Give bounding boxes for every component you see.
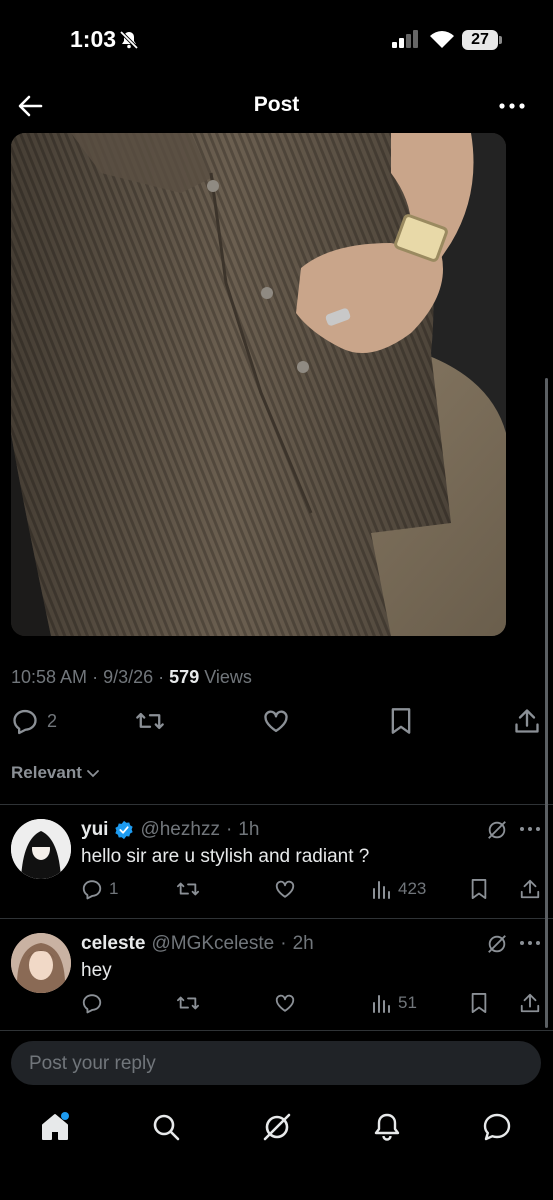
reply-author-handle[interactable]: @hezhzz xyxy=(140,819,220,841)
notifications-icon xyxy=(374,1113,400,1141)
repost-button[interactable] xyxy=(135,707,165,735)
grok-button[interactable] xyxy=(486,933,508,955)
reply-like-button[interactable] xyxy=(274,878,296,900)
post-date: 9/3/26 xyxy=(103,667,154,687)
reply-text: hey xyxy=(81,960,112,981)
views-icon xyxy=(373,881,390,899)
views-icon xyxy=(373,995,390,1013)
reply-item[interactable]: celeste @MGKceleste · 2h hey 51 xyxy=(0,919,553,1029)
reply-more-button[interactable] xyxy=(518,819,542,839)
reply-share-button[interactable] xyxy=(519,878,541,900)
reply-time: 1h xyxy=(238,819,260,840)
reply-button[interactable]: 2 xyxy=(11,707,57,735)
grok-icon xyxy=(263,1113,291,1141)
verified-badge-icon xyxy=(115,820,134,840)
more-dots-icon xyxy=(520,827,540,831)
meta-separator: · xyxy=(225,819,233,840)
post-photo[interactable] xyxy=(11,133,506,636)
reply-reply-button[interactable]: 1 xyxy=(81,878,118,900)
chevron-down-icon xyxy=(86,770,99,778)
reply-input[interactable] xyxy=(27,1041,511,1087)
reply-repost-button[interactable] xyxy=(176,878,200,900)
messages-icon xyxy=(483,1113,511,1141)
share-icon xyxy=(515,709,539,733)
reply-icon xyxy=(13,709,37,735)
meta-separator: · xyxy=(158,667,165,687)
reply-views[interactable]: 51 xyxy=(372,992,417,1014)
status-time: 1:03 xyxy=(70,26,117,52)
retweet-icon xyxy=(136,712,164,730)
more-options-button[interactable] xyxy=(496,94,528,118)
reply-bookmark-button[interactable] xyxy=(469,878,489,900)
reply-time: 2h xyxy=(292,933,314,954)
grok-button[interactable] xyxy=(486,819,508,841)
grok-icon xyxy=(488,935,506,953)
reply-composer[interactable] xyxy=(11,1041,541,1087)
silent-mode-icon xyxy=(119,30,139,50)
reply-count: 2 xyxy=(47,710,58,731)
reply-views[interactable]: 423 xyxy=(372,878,426,900)
page-title: Post xyxy=(253,93,300,116)
retweet-icon xyxy=(177,996,199,1010)
reply-item[interactable]: yui @hezhzz · 1h hello sir are u stylish… xyxy=(0,805,553,917)
cellular-signal-icon xyxy=(392,30,420,48)
share-icon xyxy=(520,879,540,899)
meta-separator: · xyxy=(280,933,287,954)
avatar[interactable] xyxy=(11,933,71,993)
views-count: 579 xyxy=(169,667,200,687)
reply-author-name[interactable]: celeste xyxy=(81,933,145,955)
reply-reply-button[interactable] xyxy=(81,992,109,1014)
retweet-icon xyxy=(177,882,199,896)
reply-repost-button[interactable] xyxy=(176,992,200,1014)
reply-text: hello sir are u stylish and radiant ? xyxy=(81,846,370,867)
tab-grok[interactable] xyxy=(260,1110,294,1144)
like-icon xyxy=(264,710,288,733)
views-count: 51 xyxy=(398,993,417,1012)
post-time: 10:58 AM xyxy=(11,667,88,687)
reply-count: 1 xyxy=(109,879,119,898)
sort-dropdown[interactable]: Relevant xyxy=(11,763,100,783)
reply-author-name[interactable]: yui xyxy=(81,819,108,841)
bookmark-icon xyxy=(471,993,487,1013)
reply-like-button[interactable] xyxy=(274,992,296,1014)
like-icon xyxy=(275,880,295,898)
reply-share-button[interactable] xyxy=(519,992,541,1014)
scrollbar-thumb[interactable] xyxy=(545,378,548,1028)
share-icon xyxy=(520,993,540,1013)
tab-home[interactable] xyxy=(38,1110,72,1144)
share-button[interactable] xyxy=(513,707,541,735)
like-icon xyxy=(275,994,295,1012)
more-dots-icon xyxy=(499,103,525,109)
meta-separator: · xyxy=(92,667,99,687)
search-icon xyxy=(153,1114,180,1141)
sort-label: Relevant xyxy=(11,763,82,782)
bookmark-icon xyxy=(391,708,411,734)
tab-notifications[interactable] xyxy=(370,1110,404,1144)
reply-more-button[interactable] xyxy=(518,933,542,953)
reply-icon xyxy=(82,880,102,900)
grok-icon xyxy=(488,821,506,839)
divider xyxy=(0,1030,553,1031)
bookmark-button[interactable] xyxy=(388,707,414,735)
reply-bookmark-button[interactable] xyxy=(469,992,489,1014)
home-icon xyxy=(42,1112,69,1140)
avatar[interactable] xyxy=(11,819,71,879)
more-dots-icon xyxy=(520,941,540,945)
like-button[interactable] xyxy=(262,707,290,735)
tab-search[interactable] xyxy=(149,1110,183,1144)
reply-icon xyxy=(82,994,102,1014)
post-metadata: 10:58 AM · 9/3/26 · 579 Views xyxy=(11,667,252,688)
bookmark-icon xyxy=(471,879,487,899)
reply-author-handle[interactable]: @MGKceleste xyxy=(151,933,274,955)
views-count: 423 xyxy=(398,879,427,898)
views-label: Views xyxy=(204,667,252,687)
battery-indicator: 27 xyxy=(462,30,502,50)
battery-level: 27 xyxy=(462,30,498,50)
tab-messages[interactable] xyxy=(480,1110,514,1144)
wifi-icon xyxy=(428,28,456,50)
